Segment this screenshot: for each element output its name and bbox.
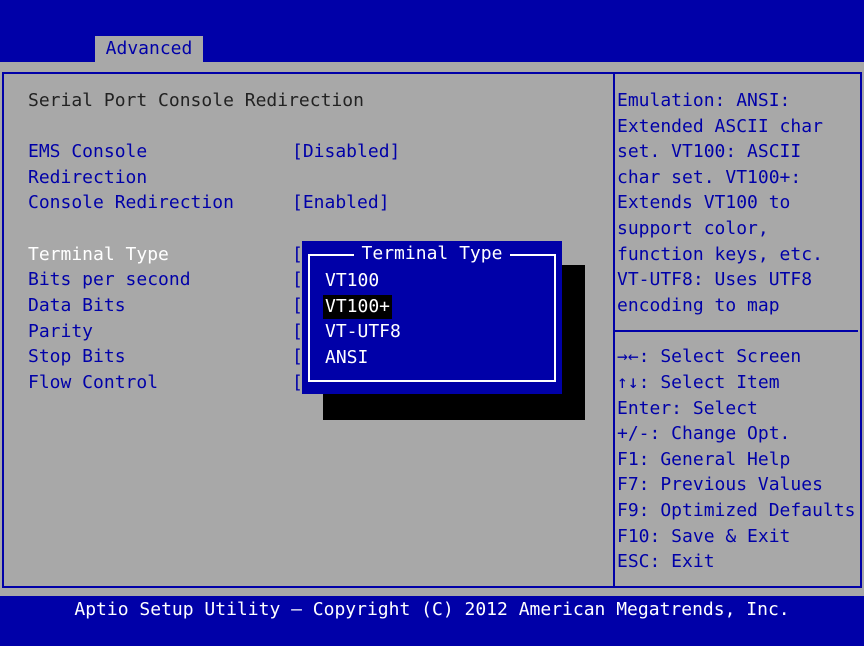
key-hint: ESC: Exit — [617, 551, 715, 572]
help-divider — [613, 330, 858, 332]
key-hint: +/-: Change Opt. — [617, 423, 791, 444]
stop-bits-label[interactable]: Stop Bits — [28, 344, 126, 370]
bits-per-second-label[interactable]: Bits per second — [28, 267, 191, 293]
section-title: Serial Port Console Redirection — [28, 90, 364, 111]
key-hint: F10: Save & Exit — [617, 526, 791, 547]
key-hint: Enter: Select — [617, 398, 758, 419]
help-line: Emulation: ANSI: — [617, 90, 791, 111]
key-hint: →←: Select Screen — [617, 346, 802, 367]
help-line: support color, — [617, 218, 769, 239]
key-hint: F7: Previous Values — [617, 474, 823, 495]
parity-label[interactable]: Parity — [28, 319, 93, 345]
terminal-type-popup: Terminal Type VT100 VT100+ VT-UTF8 ANSI — [302, 241, 562, 394]
key-hint: F9: Optimized Defaults — [617, 500, 856, 521]
top-bar: Advanced — [0, 0, 864, 62]
help-line: Extended ASCII char — [617, 116, 823, 137]
help-line: char set. VT100+: — [617, 167, 802, 188]
popup-title: Terminal Type — [353, 243, 511, 264]
help-line: encoding to map — [617, 295, 780, 316]
ems-console-label-2[interactable]: Redirection — [28, 165, 147, 191]
copyright-text: Aptio Setup Utility – Copyright (C) 2012… — [74, 599, 790, 620]
option-vt100[interactable]: VT100 — [323, 269, 381, 293]
option-vt-utf8[interactable]: VT-UTF8 — [323, 320, 403, 344]
tab-advanced[interactable]: Advanced — [95, 36, 203, 62]
console-redirection-label[interactable]: Console Redirection — [28, 190, 234, 216]
option-vt100-plus[interactable]: VT100+ — [323, 295, 393, 319]
help-line: Extends VT100 to — [617, 192, 791, 213]
terminal-type-label[interactable]: Terminal Type — [28, 242, 169, 268]
ems-console-value[interactable]: [Disabled] — [292, 139, 400, 165]
help-line: function keys, etc. — [617, 244, 823, 265]
flow-control-label[interactable]: Flow Control — [28, 370, 158, 396]
console-redirection-value[interactable]: [Enabled] — [292, 190, 390, 216]
data-bits-label[interactable]: Data Bits — [28, 293, 126, 319]
help-line: VT-UTF8: Uses UTF8 — [617, 269, 813, 290]
key-hint: F1: General Help — [617, 449, 791, 470]
key-hint: ↑↓: Select Item — [617, 372, 780, 393]
ems-console-label[interactable]: EMS Console — [28, 139, 147, 165]
option-ansi[interactable]: ANSI — [323, 346, 370, 370]
help-line: set. VT100: ASCII — [617, 141, 802, 162]
footer-bar: Aptio Setup Utility – Copyright (C) 2012… — [0, 596, 864, 646]
